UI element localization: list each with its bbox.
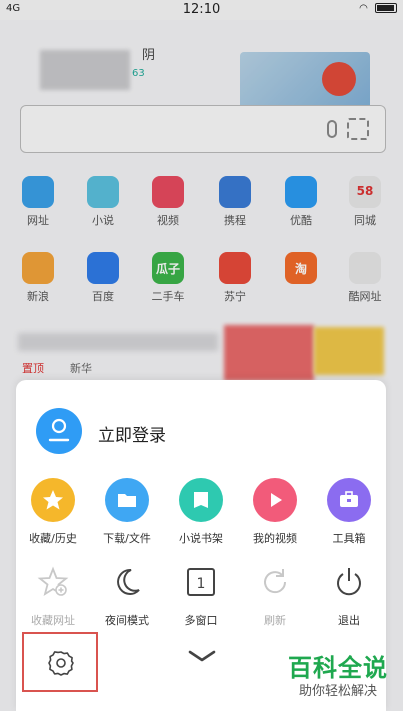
avatar[interactable] <box>36 408 82 454</box>
settings-button[interactable] <box>22 632 98 692</box>
menu-item-my-videos[interactable]: 我的视频 <box>238 478 312 548</box>
menu-label: 我的视频 <box>253 532 297 545</box>
folder-icon <box>118 494 136 507</box>
menu-item-night-mode[interactable]: 夜间模式 <box>90 560 164 630</box>
menu-item-bookshelf[interactable]: 小说书架 <box>164 478 238 548</box>
menu-label: 下载/文件 <box>103 532 151 545</box>
watermark-subtitle: 助你轻松解决 <box>298 684 377 699</box>
menu-label: 收藏/历史 <box>29 532 77 545</box>
menu-row-secondary: 收藏网址 夜间模式 1 多窗口 刷新 退出 <box>16 560 386 630</box>
menu-item-refresh[interactable]: 刷新 <box>238 560 312 630</box>
menu-label: 小说书架 <box>179 532 223 545</box>
menu-item-downloads[interactable]: 下载/文件 <box>90 478 164 548</box>
chevron-down-icon <box>188 650 216 662</box>
menu-item-add-bookmark[interactable]: 收藏网址 <box>16 560 90 630</box>
play-icon <box>271 493 282 507</box>
moon-icon <box>117 568 140 595</box>
add-bookmark-icon <box>37 566 69 596</box>
windows-icon: 1 <box>187 568 215 596</box>
refresh-icon <box>264 569 287 594</box>
login-label[interactable]: 立即登录 <box>98 421 166 446</box>
menu-item-toolbox[interactable]: 工具箱 <box>312 478 386 548</box>
star-icon <box>43 490 63 510</box>
menu-item-exit[interactable]: 退出 <box>312 560 386 630</box>
user-icon <box>48 418 70 442</box>
book-icon <box>194 492 208 508</box>
menu-item-favorites-history[interactable]: 收藏/历史 <box>16 478 90 548</box>
window-count: 1 <box>197 576 206 592</box>
menu-label: 工具箱 <box>332 532 366 545</box>
menu-item-multi-window[interactable]: 1 多窗口 <box>164 560 238 630</box>
gear-icon <box>48 651 74 676</box>
menu-row-primary: 收藏/历史 下载/文件 小说书架 我的视频 工具箱 <box>16 478 386 548</box>
watermark: 百科全说 助你轻松解决 <box>278 648 398 704</box>
watermark-title: 百科全说 <box>288 654 388 682</box>
power-icon <box>337 568 361 596</box>
collapse-menu-button[interactable] <box>184 644 220 668</box>
toolbox-icon <box>340 491 358 507</box>
